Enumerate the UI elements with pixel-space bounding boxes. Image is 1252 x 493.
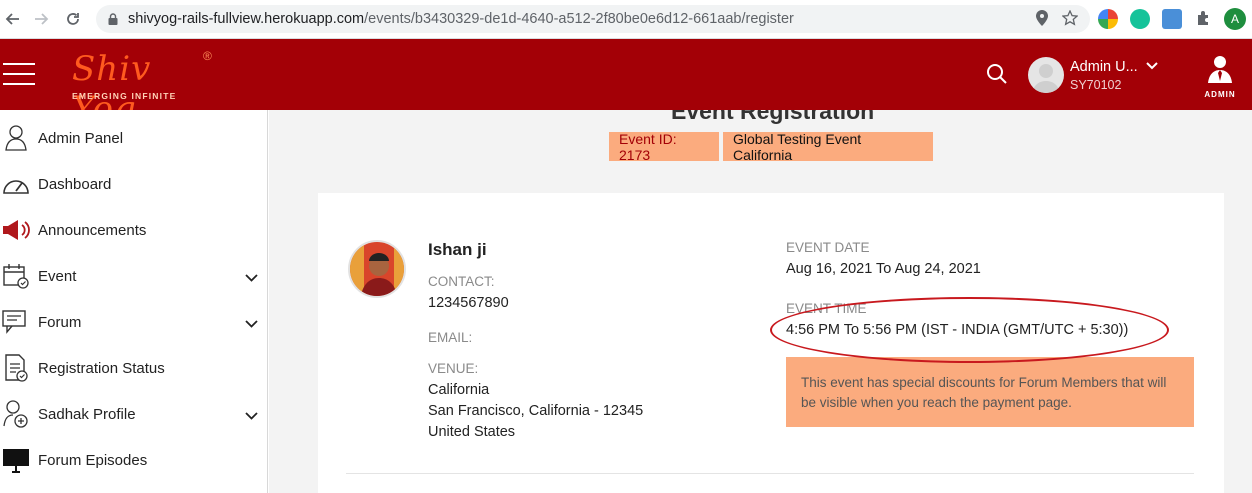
monitor-icon	[1, 445, 31, 475]
logo-tagline: EMERGING INFINITE	[72, 91, 177, 101]
logo-registered-mark: ®	[203, 49, 212, 63]
chevron-down-icon[interactable]	[245, 315, 258, 333]
chevron-down-icon[interactable]	[245, 269, 258, 287]
user-id: SY70102	[1070, 77, 1122, 92]
admin-user-icon	[1208, 56, 1232, 83]
event-date-value: Aug 16, 2021 To Aug 24, 2021	[786, 261, 981, 277]
sidebar-item-label: Event	[38, 267, 77, 285]
sidebar-item-announcements[interactable]: Announcements	[0, 207, 268, 253]
user-name: Admin U...	[1070, 58, 1138, 75]
url-path: /events/b3430329-de1d-4640-a512-2f80be0e…	[364, 11, 794, 27]
logo[interactable]: Shiv Yog ® EMERGING INFINITE	[70, 47, 220, 129]
menu-icon[interactable]	[3, 63, 35, 87]
megaphone-icon	[1, 215, 31, 245]
sidebar-item-label: Forum	[38, 313, 82, 331]
sidebar-item-dashboard[interactable]: Dashboard	[0, 161, 268, 207]
lock-icon	[108, 13, 118, 25]
event-date-label: EVENT DATE	[786, 240, 870, 255]
grammarly-icon[interactable]	[1130, 9, 1150, 29]
contact-label: CONTACT:	[428, 274, 495, 289]
extensions-puzzle-icon[interactable]	[1195, 10, 1211, 31]
event-time-value: 4:56 PM To 5:56 PM (IST - INDIA (GMT/UTC…	[786, 322, 1129, 338]
chevron-down-icon[interactable]	[1145, 57, 1158, 75]
divider	[346, 473, 1194, 474]
sidebar-item-forum-episodes[interactable]: Forum Episodes	[0, 437, 268, 483]
sidebar-item-label: Announcements	[38, 221, 147, 239]
forward-icon[interactable]	[28, 6, 54, 32]
reload-icon[interactable]	[60, 6, 86, 32]
profile-avatar[interactable]: A	[1224, 8, 1246, 30]
page-title: Event Registration	[671, 110, 875, 124]
event-time-label: EVENT TIME	[786, 301, 867, 316]
extension-color-icon[interactable]	[1098, 9, 1118, 29]
sidebar-item-label: Forum Episodes	[38, 451, 148, 469]
admin-button[interactable]: ADMIN	[1200, 55, 1240, 99]
document-check-icon	[1, 353, 31, 383]
location-icon[interactable]	[1036, 10, 1048, 30]
user-avatar	[1028, 57, 1064, 93]
fi-extension-icon[interactable]	[1162, 9, 1182, 29]
sidebar-item-sadhak-profile[interactable]: Sadhak Profile	[0, 391, 268, 437]
sidebar-item-admin-panel[interactable]: Admin Panel	[0, 115, 268, 161]
event-details-card: Ishan ji CONTACT: 1234567890 EMAIL: VENU…	[318, 193, 1224, 493]
browser-toolbar: shivyog-rails-fullview.herokuapp.com/eve…	[0, 0, 1252, 39]
venue-label: VENUE:	[428, 361, 479, 376]
contact-value: 1234567890	[428, 295, 509, 311]
url-host: shivyog-rails-fullview.herokuapp.com	[128, 11, 365, 27]
venue-line-1: California	[428, 382, 490, 398]
chevron-down-icon[interactable]	[245, 407, 258, 425]
sidebar-item-label: Sadhak Profile	[38, 405, 136, 423]
sidebar-item-label: Admin Panel	[38, 129, 124, 147]
organizer-photo	[348, 240, 406, 298]
event-id-badge: Event ID: 2173	[609, 131, 719, 163]
event-name-badge: Global Testing Event California	[723, 131, 933, 163]
sidebar: Admin Panel Dashboard Announcements Even…	[0, 110, 268, 493]
sidebar-item-label: Registration Status	[38, 359, 165, 377]
bookmark-star-icon[interactable]	[1061, 9, 1079, 30]
venue-line-2: San Francisco, California - 12345	[428, 403, 644, 419]
discount-notice: This event has special discounts for For…	[786, 357, 1194, 427]
sidebar-item-registration-status[interactable]: Registration Status	[0, 345, 268, 391]
sidebar-item-event[interactable]: Event	[0, 253, 268, 299]
calendar-icon	[1, 261, 31, 291]
admin-label: ADMIN	[1204, 90, 1236, 99]
back-icon[interactable]	[0, 6, 26, 32]
sidebar-item-label: Dashboard	[38, 175, 112, 193]
speedometer-icon	[1, 169, 31, 199]
sidebar-item-forum[interactable]: Forum	[0, 299, 268, 345]
venue-line-3: United States	[428, 424, 516, 440]
chat-icon	[1, 307, 31, 337]
search-icon[interactable]	[986, 63, 1008, 85]
email-label: EMAIL:	[428, 330, 473, 345]
address-bar[interactable]: shivyog-rails-fullview.herokuapp.com/eve…	[96, 5, 1090, 33]
app-header: Shiv Yog ® EMERGING INFINITE Admin U... …	[0, 39, 1252, 129]
user-outline-icon	[1, 123, 31, 153]
user-menu[interactable]: Admin U... SY70102	[1028, 54, 1158, 96]
organizer-name: Ishan ji	[428, 240, 487, 259]
user-add-icon	[1, 399, 31, 429]
main-content: Event Registration Event ID: 2173 Global…	[269, 110, 1252, 493]
